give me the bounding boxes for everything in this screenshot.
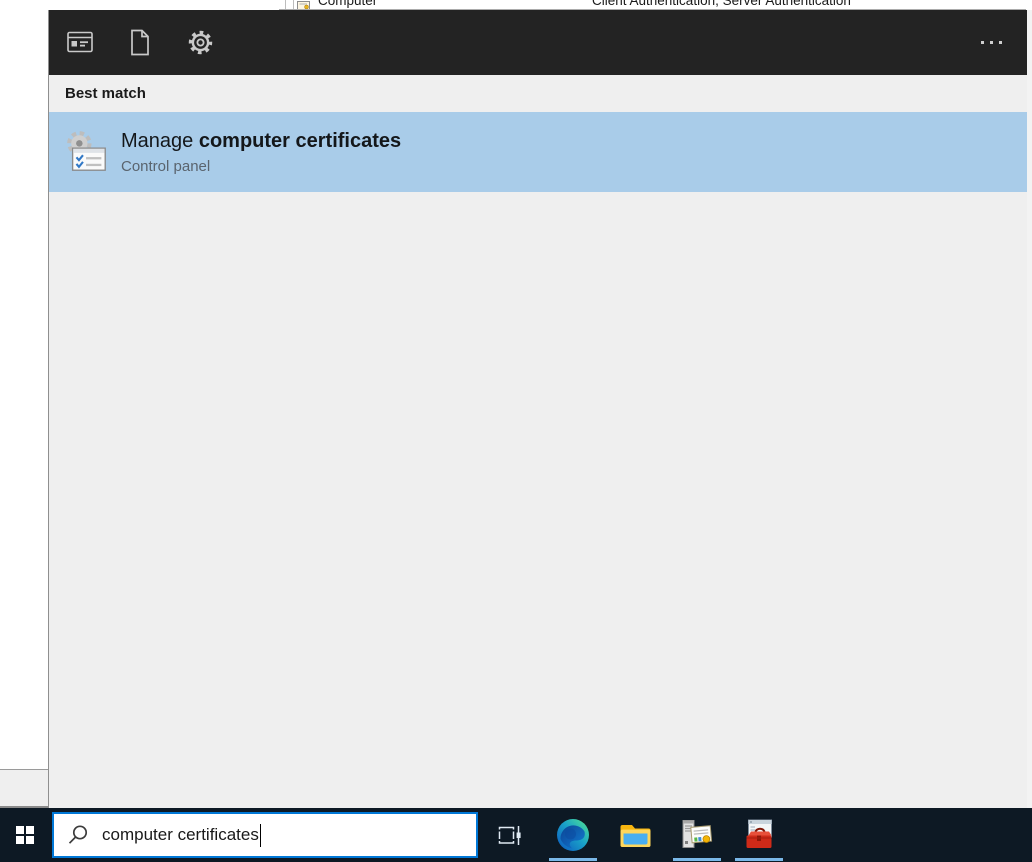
document-icon	[129, 29, 151, 56]
search-filter-bar	[49, 10, 1027, 75]
background-window-left-edge	[0, 10, 48, 808]
filter-apps-button[interactable]	[56, 18, 104, 66]
background-window-right-edge	[1027, 10, 1032, 808]
background-row-purposes: Client Authentication, Server Authentica…	[592, 0, 851, 8]
windows-logo-icon	[16, 826, 34, 844]
certificate-manager-button[interactable]	[667, 808, 727, 862]
task-view-icon	[497, 823, 522, 848]
start-button[interactable]	[0, 808, 50, 862]
desktop: Computer Client Authentication, Server A…	[0, 0, 1032, 862]
running-indicator	[549, 858, 597, 861]
running-indicator	[673, 858, 721, 861]
admin-toolbox-button[interactable]	[729, 808, 789, 862]
filter-documents-button[interactable]	[116, 18, 164, 66]
folder-icon	[619, 821, 652, 849]
apps-window-icon	[67, 31, 93, 53]
edge-browser-button[interactable]	[543, 808, 603, 862]
taskbar: computer certificates	[0, 808, 1032, 862]
gear-icon	[187, 29, 214, 56]
file-explorer-button[interactable]	[605, 808, 665, 862]
text-caret	[260, 824, 262, 847]
title-bold: computer certificates	[199, 130, 401, 152]
best-match-subtitle: Control panel	[121, 157, 401, 176]
background-status-bar	[0, 770, 48, 806]
ellipsis-icon	[981, 41, 1002, 44]
search-flyout: Best match Manage computer certificates …	[48, 10, 1027, 808]
red-toolbox-icon	[742, 819, 776, 851]
magnifier-icon	[67, 824, 89, 846]
taskbar-search-input[interactable]: computer certificates	[52, 812, 478, 858]
manage-certificates-icon	[64, 129, 110, 175]
task-view-button[interactable]	[478, 808, 540, 862]
best-match-section-header: Best match	[65, 85, 146, 102]
best-match-text: Manage computer certificates Control pan…	[121, 128, 401, 176]
best-match-result[interactable]: Manage computer certificates Control pan…	[49, 112, 1027, 192]
edge-browser-icon	[556, 818, 590, 852]
best-match-title: Manage computer certificates	[121, 128, 401, 154]
more-options-button[interactable]	[967, 18, 1015, 66]
title-regular: Manage	[121, 130, 199, 152]
background-row-name: Computer	[318, 0, 377, 8]
background-window-strip: Computer Client Authentication, Server A…	[0, 0, 1032, 10]
filter-settings-button[interactable]	[176, 18, 224, 66]
search-query-text: computer certificates	[102, 825, 259, 845]
running-indicator	[735, 858, 783, 861]
server-certificate-icon	[680, 819, 714, 851]
search-results-panel: Best match Manage computer certificates …	[49, 75, 1027, 808]
